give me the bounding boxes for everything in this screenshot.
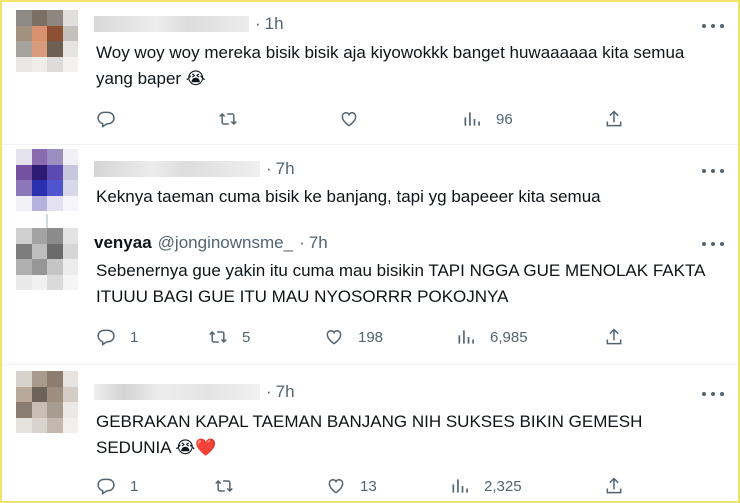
share-icon <box>604 109 624 129</box>
tweet-text: Sebenernya gue yakin itu cuma mau bisiki… <box>96 261 705 306</box>
views-icon <box>462 109 482 129</box>
tweet-4[interactable]: · 7h GEBRAKAN KAPAL TAEMAN BANJANG NIH S… <box>2 365 738 501</box>
display-name[interactable]: venyaa <box>94 233 152 253</box>
reply-button[interactable]: 1 <box>96 325 138 349</box>
like-icon <box>324 327 344 347</box>
retweet-icon <box>208 327 228 347</box>
avatar[interactable] <box>16 228 78 290</box>
reply-button[interactable] <box>96 107 130 131</box>
like-count: 198 <box>358 328 384 346</box>
retweet-icon <box>218 109 238 129</box>
retweet-button[interactable] <box>218 107 252 131</box>
tweet-actions: 96 <box>96 107 636 131</box>
like-count: 13 <box>360 477 377 495</box>
share-button[interactable] <box>604 474 638 498</box>
share-icon <box>604 327 624 347</box>
views-count: 6,985 <box>490 328 528 346</box>
tweet-actions: 1 5 198 6,985 <box>96 325 636 349</box>
like-button[interactable]: 13 <box>326 474 377 498</box>
tweet-header: venyaa @jonginownsme_ · 7h <box>94 232 328 254</box>
timestamp[interactable]: 7h <box>276 382 295 402</box>
more-icon[interactable] <box>702 234 724 254</box>
tweet-header: · 1h <box>94 13 284 35</box>
display-name-blurred[interactable] <box>94 384 260 400</box>
share-button[interactable] <box>604 325 638 349</box>
avatar[interactable] <box>16 371 78 433</box>
avatar[interactable] <box>16 149 78 211</box>
like-icon <box>326 476 346 496</box>
display-name-blurred[interactable] <box>94 16 249 32</box>
views-button[interactable]: 96 <box>462 107 513 131</box>
like-button[interactable]: 198 <box>324 325 383 349</box>
display-name-blurred[interactable] <box>94 161 260 177</box>
separator-dot: · <box>299 233 305 252</box>
timestamp[interactable]: 7h <box>309 233 328 253</box>
reply-count: 1 <box>130 477 139 495</box>
like-button[interactable] <box>339 107 373 131</box>
tweet-1[interactable]: · 1h Woy woy woy mereka bisik bisik aja … <box>2 2 738 150</box>
separator-dot: · <box>266 159 272 178</box>
tweet-text: GEBRAKAN KAPAL TAEMAN BANJANG NIH SUKSES… <box>96 412 643 457</box>
tweet-text: Woy woy woy mereka bisik bisik aja kiyow… <box>96 43 685 88</box>
more-icon[interactable] <box>702 16 724 36</box>
reply-icon <box>96 327 116 347</box>
share-button[interactable] <box>604 107 638 131</box>
retweet-icon <box>214 476 234 496</box>
tweet-3[interactable]: venyaa @jonginownsme_ · 7h Sebenernya gu… <box>2 226 738 364</box>
share-icon <box>604 476 624 496</box>
more-icon[interactable] <box>702 384 724 404</box>
like-icon <box>339 109 359 129</box>
retweet-button[interactable] <box>214 474 248 498</box>
separator-dot: · <box>255 14 261 33</box>
timestamp[interactable]: 7h <box>276 159 295 179</box>
tweet-header: · 7h <box>94 158 295 180</box>
tweet-actions: 1 13 2,325 <box>96 474 636 498</box>
tweet-header: · 7h <box>94 381 295 403</box>
views-count: 2,325 <box>484 477 522 495</box>
avatar[interactable] <box>16 10 78 72</box>
reply-count: 1 <box>130 328 139 346</box>
timestamp[interactable]: 1h <box>265 14 284 34</box>
more-icon[interactable] <box>702 161 724 181</box>
retweet-button[interactable]: 5 <box>208 325 250 349</box>
views-count: 96 <box>496 110 513 128</box>
reply-icon <box>96 476 116 496</box>
reply-icon <box>96 109 116 129</box>
views-button[interactable]: 2,325 <box>450 474 522 498</box>
views-icon <box>450 476 470 496</box>
user-handle[interactable]: @jonginownsme_ <box>158 233 293 253</box>
retweet-count: 5 <box>242 328 251 346</box>
tweet-text: Keknya taeman cuma bisik ke banjang, tap… <box>96 187 601 206</box>
separator-dot: · <box>266 382 272 401</box>
tweet-2[interactable]: · 7h Keknya taeman cuma bisik ke banjang… <box>2 145 738 225</box>
reply-button[interactable]: 1 <box>96 474 138 498</box>
views-button[interactable]: 6,985 <box>456 325 528 349</box>
views-icon <box>456 327 476 347</box>
